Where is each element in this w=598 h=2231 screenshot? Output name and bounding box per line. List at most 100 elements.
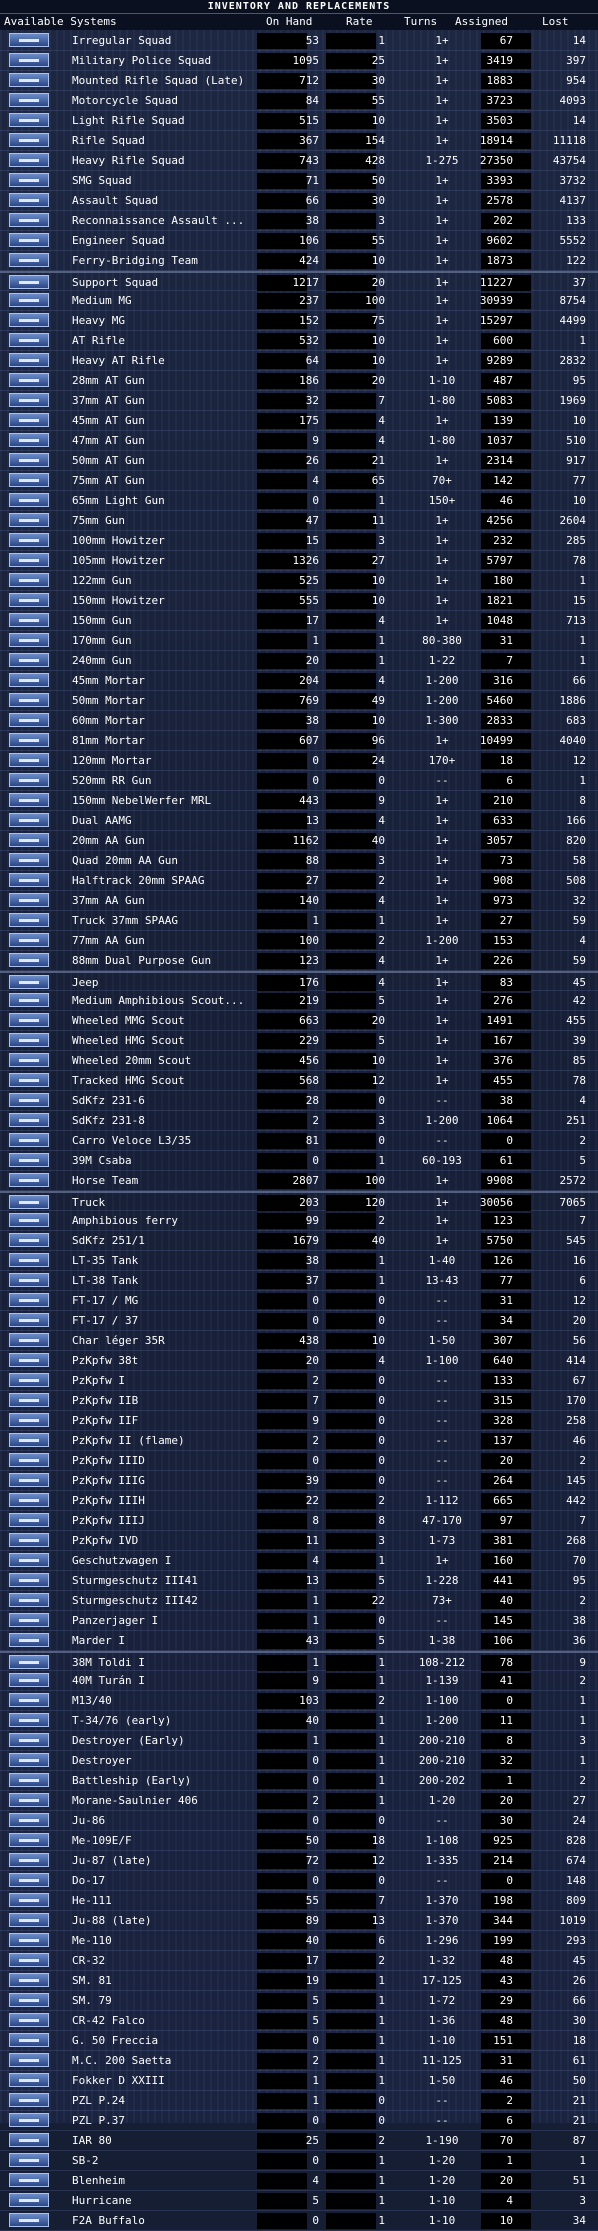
system-row[interactable]: Geschutzwagen I 4 1 1+ 160 70 — [0, 1551, 598, 1571]
system-row[interactable]: PZL P.37 0 0 -- 6 21 — [0, 2111, 598, 2131]
system-row[interactable]: Medium MG 237 100 1+ 30939 8754 — [0, 291, 598, 311]
system-row[interactable]: SM. 79 5 1 1-72 29 66 — [0, 1991, 598, 2011]
system-row[interactable]: Destroyer 0 1 200-210 32 1 — [0, 1751, 598, 1771]
system-row[interactable]: Light Rifle Squad 515 10 1+ 3503 14 — [0, 111, 598, 131]
system-row[interactable]: 170mm Gun 1 1 80-380 31 1 — [0, 631, 598, 651]
system-row[interactable]: Horse Team 2807 100 1+ 9908 2572 — [0, 1171, 598, 1191]
system-row[interactable]: LT-38 Tank 37 1 13-43 77 6 — [0, 1271, 598, 1291]
system-row[interactable]: 120mm Mortar 0 24 170+ 18 12 — [0, 751, 598, 771]
system-row[interactable]: 60mm Mortar 38 10 1-300 2833 683 — [0, 711, 598, 731]
system-row[interactable]: AT Rifle 532 10 1+ 600 1 — [0, 331, 598, 351]
system-row[interactable]: Panzerjager I 1 0 -- 145 38 — [0, 1611, 598, 1631]
system-row[interactable]: Me-109E/F 50 18 1-108 925 828 — [0, 1831, 598, 1851]
system-row[interactable]: Truck 37mm SPAAG 1 1 1+ 27 59 — [0, 911, 598, 931]
system-row[interactable]: 75mm AT Gun 4 65 70+ 142 77 — [0, 471, 598, 491]
system-row[interactable]: 240mm Gun 20 1 1-22 7 1 — [0, 651, 598, 671]
system-row[interactable]: Fokker D XXIII 1 1 1-50 46 50 — [0, 2071, 598, 2091]
system-row[interactable]: FT-17 / MG 0 0 -- 31 12 — [0, 1291, 598, 1311]
column-header-on-hand[interactable]: On Hand — [266, 14, 312, 30]
column-header-rate[interactable]: Rate — [346, 14, 373, 30]
system-row[interactable]: 75mm Gun 47 11 1+ 4256 2604 — [0, 511, 598, 531]
system-row[interactable]: Jeep 176 4 1+ 83 45 — [0, 971, 598, 991]
system-row[interactable]: Medium Amphibious Scout... 219 5 1+ 276 42 — [0, 991, 598, 1011]
system-row[interactable]: Engineer Squad 106 55 1+ 9602 5552 — [0, 231, 598, 251]
system-row[interactable]: PzKpfw IVD 11 3 1-73 381 268 — [0, 1531, 598, 1551]
system-row[interactable]: Wheeled MMG Scout 663 20 1+ 1491 455 — [0, 1011, 598, 1031]
system-row[interactable]: 150mm Gun 17 4 1+ 1048 713 — [0, 611, 598, 631]
system-row[interactable]: Halftrack 20mm SPAAG 27 2 1+ 908 508 — [0, 871, 598, 891]
system-row[interactable]: Irregular Squad 53 1 1+ 67 14 — [0, 31, 598, 51]
system-row[interactable]: Blenheim 4 1 1-20 20 51 — [0, 2171, 598, 2191]
system-row[interactable]: LT-35 Tank 38 1 1-40 126 16 — [0, 1251, 598, 1271]
system-row[interactable]: FT-17 / 37 0 0 -- 34 20 — [0, 1311, 598, 1331]
system-row[interactable]: 520mm RR Gun 0 0 -- 6 1 — [0, 771, 598, 791]
system-row[interactable]: 38M Toldi I 1 1 108-212 78 9 — [0, 1651, 598, 1671]
system-row[interactable]: 50mm Mortar 769 49 1-200 5460 1886 — [0, 691, 598, 711]
system-row[interactable]: Heavy MG 152 75 1+ 15297 4499 — [0, 311, 598, 331]
system-row[interactable]: Morane-Saulnier 406 2 1 1-20 20 27 — [0, 1791, 598, 1811]
system-row[interactable]: SdKfz 231-6 28 0 -- 38 4 — [0, 1091, 598, 1111]
system-row[interactable]: 47mm AT Gun 9 4 1-80 1037 510 — [0, 431, 598, 451]
system-row[interactable]: CR-32 17 2 1-32 48 45 — [0, 1951, 598, 1971]
system-row[interactable]: Ju-88 (late) 89 13 1-370 344 1019 — [0, 1911, 598, 1931]
system-row[interactable]: 105mm Howitzer 1326 27 1+ 5797 78 — [0, 551, 598, 571]
system-row[interactable]: Char léger 35R 438 10 1-50 307 56 — [0, 1331, 598, 1351]
system-row[interactable]: IAR 80 25 2 1-190 70 87 — [0, 2131, 598, 2151]
system-row[interactable]: SB-2 0 1 1-20 1 1 — [0, 2151, 598, 2171]
system-row[interactable]: Hurricane 5 1 1-10 4 3 — [0, 2191, 598, 2211]
column-header-name[interactable]: Available Systems — [4, 14, 117, 30]
system-row[interactable]: 88mm Dual Purpose Gun 123 4 1+ 226 59 — [0, 951, 598, 971]
system-row[interactable]: 122mm Gun 525 10 1+ 180 1 — [0, 571, 598, 591]
system-row[interactable]: SM. 81 19 1 17-125 43 26 — [0, 1971, 598, 1991]
system-row[interactable]: 37mm AT Gun 32 7 1-80 5083 1969 — [0, 391, 598, 411]
system-row[interactable]: Do-17 0 0 -- 0 148 — [0, 1871, 598, 1891]
system-row[interactable]: Quad 20mm AA Gun 88 3 1+ 73 58 — [0, 851, 598, 871]
system-row[interactable]: Wheeled HMG Scout 229 5 1+ 167 39 — [0, 1031, 598, 1051]
system-row[interactable]: M13/40 103 2 1-100 0 1 — [0, 1691, 598, 1711]
system-row[interactable]: 45mm Mortar 204 4 1-200 316 66 — [0, 671, 598, 691]
system-row[interactable]: Ju-87 (late) 72 12 1-335 214 674 — [0, 1851, 598, 1871]
system-row[interactable]: Destroyer (Early) 1 1 200-210 8 3 — [0, 1731, 598, 1751]
system-row[interactable]: 45mm AT Gun 175 4 1+ 139 10 — [0, 411, 598, 431]
system-row[interactable]: Tracked HMG Scout 568 12 1+ 455 78 — [0, 1071, 598, 1091]
system-row[interactable]: 20mm AA Gun 1162 40 1+ 3057 820 — [0, 831, 598, 851]
system-row[interactable]: CR-42 Falco 5 1 1-36 48 30 — [0, 2011, 598, 2031]
system-row[interactable]: 150mm Howitzer 555 10 1+ 1821 15 — [0, 591, 598, 611]
system-row[interactable]: PzKpfw IIB 7 0 -- 315 170 — [0, 1391, 598, 1411]
system-row[interactable]: PzKpfw IIF 9 0 -- 328 258 — [0, 1411, 598, 1431]
system-row[interactable]: PzKpfw II (flame) 2 0 -- 137 46 — [0, 1431, 598, 1451]
system-row[interactable]: Reconnaissance Assault ... 38 3 1+ 202 133 — [0, 211, 598, 231]
system-row[interactable]: G. 50 Freccia 0 1 1-10 151 18 — [0, 2031, 598, 2051]
system-row[interactable]: Ferry-Bridging Team 424 10 1+ 1873 122 — [0, 251, 598, 271]
system-row[interactable]: M.C. 200 Saetta 2 1 11-125 31 61 — [0, 2051, 598, 2071]
system-row[interactable]: Me-110 40 6 1-296 199 293 — [0, 1931, 598, 1951]
system-row[interactable]: Marder I 43 5 1-38 106 36 — [0, 1631, 598, 1651]
system-row[interactable]: SMG Squad 71 50 1+ 3393 3732 — [0, 171, 598, 191]
system-row[interactable]: SdKfz 231-8 2 3 1-200 1064 251 — [0, 1111, 598, 1131]
system-row[interactable]: Motorcycle Squad 84 55 1+ 3723 4093 — [0, 91, 598, 111]
system-row[interactable]: Sturmgeschutz III41 13 5 1-228 441 95 — [0, 1571, 598, 1591]
system-row[interactable]: F2A Buffalo 0 1 1-10 10 34 — [0, 2211, 598, 2231]
system-row[interactable]: Heavy Rifle Squad 743 428 1-275 27350 43754 — [0, 151, 598, 171]
system-row[interactable]: 150mm NebelWerfer MRL 443 9 1+ 210 8 — [0, 791, 598, 811]
system-row[interactable]: 50mm AT Gun 26 21 1+ 2314 917 — [0, 451, 598, 471]
system-row[interactable]: 77mm AA Gun 100 2 1-200 153 4 — [0, 931, 598, 951]
system-row[interactable]: Support Squad 1217 20 1+ 11227 37 — [0, 271, 598, 291]
system-row[interactable]: Ju-86 0 0 -- 30 24 — [0, 1811, 598, 1831]
system-row[interactable]: He-111 55 7 1-370 198 809 — [0, 1891, 598, 1911]
column-header-turns[interactable]: Turns — [404, 14, 437, 30]
system-row[interactable]: Wheeled 20mm Scout 456 10 1+ 376 85 — [0, 1051, 598, 1071]
system-row[interactable]: PzKpfw I 2 0 -- 133 67 — [0, 1371, 598, 1391]
system-row[interactable]: SdKfz 251/1 1679 40 1+ 5750 545 — [0, 1231, 598, 1251]
system-row[interactable]: 37mm AA Gun 140 4 1+ 973 32 — [0, 891, 598, 911]
column-header-assigned[interactable]: Assigned — [455, 14, 508, 30]
system-row[interactable]: Dual AAMG 13 4 1+ 633 166 — [0, 811, 598, 831]
system-row[interactable]: Battleship (Early) 0 1 200-202 1 2 — [0, 1771, 598, 1791]
system-row[interactable]: 65mm Light Gun 0 1 150+ 46 10 — [0, 491, 598, 511]
system-row[interactable]: 100mm Howitzer 15 3 1+ 232 285 — [0, 531, 598, 551]
system-row[interactable]: Military Police Squad 1095 25 1+ 3419 397 — [0, 51, 598, 71]
system-row[interactable]: Truck 203 120 1+ 30056 7065 — [0, 1191, 598, 1211]
system-row[interactable]: PzKpfw IIID 0 0 -- 20 2 — [0, 1451, 598, 1471]
system-row[interactable]: PzKpfw 38t 20 4 1-100 640 414 — [0, 1351, 598, 1371]
system-row[interactable]: PzKpfw IIIJ 8 8 47-170 97 7 — [0, 1511, 598, 1531]
